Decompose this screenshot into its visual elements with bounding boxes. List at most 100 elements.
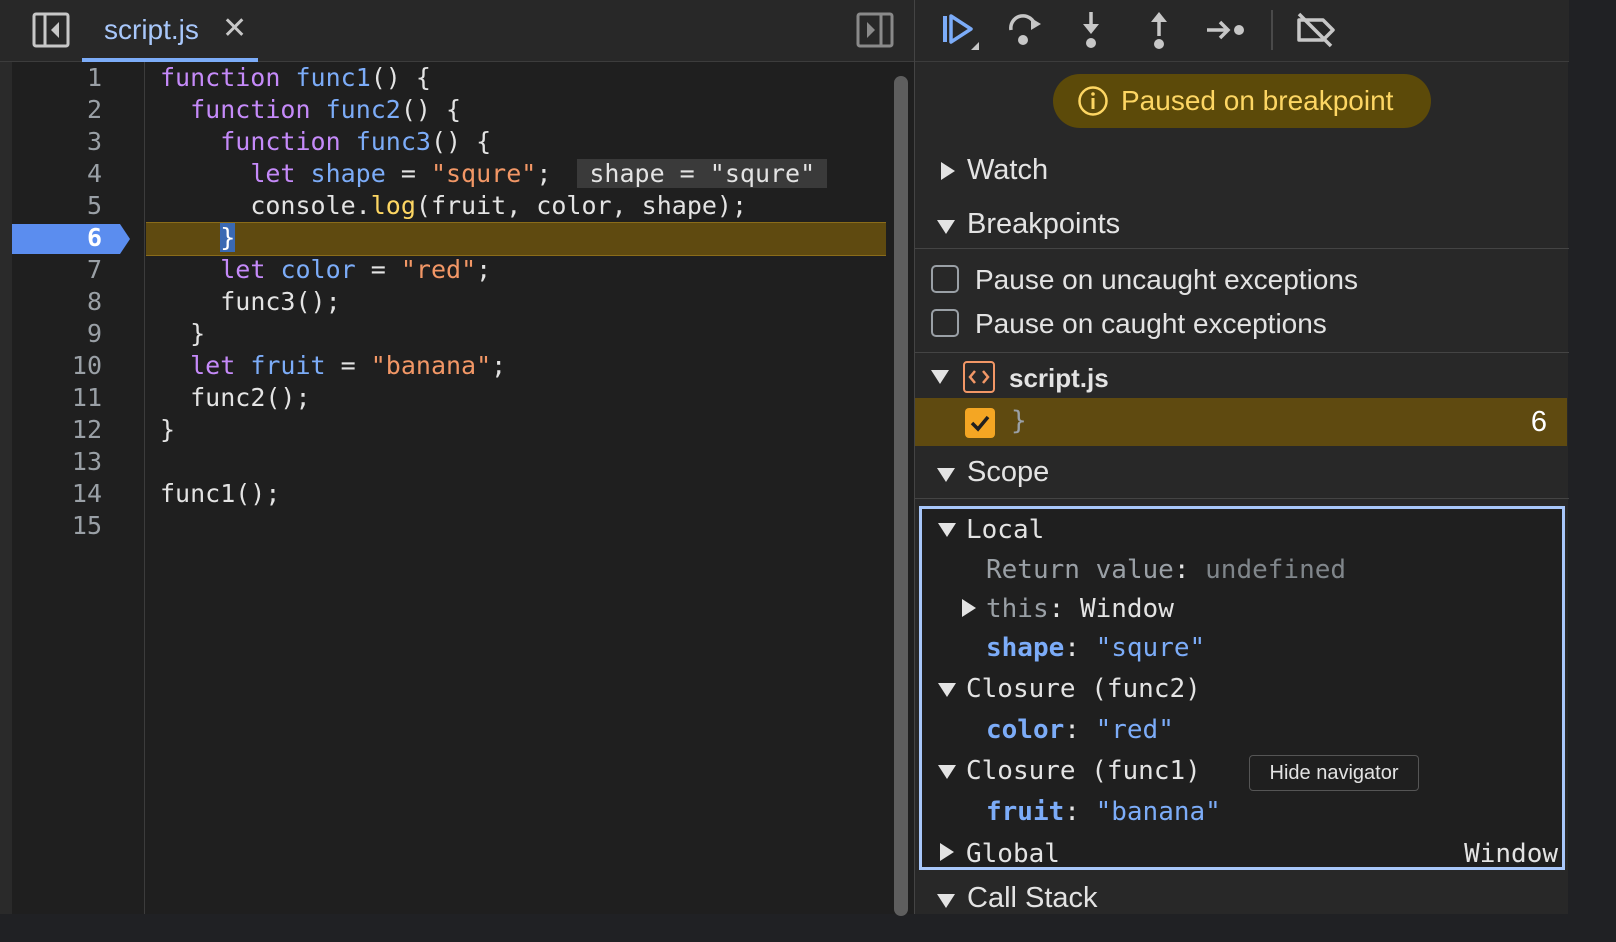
scope-key: color (986, 715, 1065, 745)
collapse-arrow-icon[interactable] (938, 523, 956, 537)
line-number[interactable]: 14 (72, 478, 102, 510)
breakpoint-entry[interactable]: } 6 (915, 398, 1567, 446)
scope-value: undefined (1205, 555, 1347, 585)
line-number[interactable]: 7 (87, 254, 102, 286)
code-line-6: } (160, 222, 236, 254)
pause-caught-checkbox[interactable] (931, 309, 959, 337)
collapse-arrow-icon[interactable] (938, 765, 956, 779)
scope-closure-func2-header[interactable]: Closure (func2) (966, 670, 1201, 708)
resume-icon[interactable] (935, 8, 983, 52)
collapse-arrow-icon[interactable] (938, 683, 956, 697)
code-text: func3(); (220, 287, 341, 316)
line-number[interactable]: 11 (72, 382, 102, 414)
scope-tree[interactable]: Local Return value: undefined this: Wind… (919, 506, 1565, 870)
collapse-arrow-icon (937, 894, 955, 908)
scope-return-value: Return value: undefined (986, 555, 1347, 585)
step-icon[interactable] (1203, 8, 1251, 52)
code-text: () { (370, 63, 431, 92)
code-text: = (355, 255, 401, 284)
code-line-4: let shape = "squre"; shape = "squre" (160, 158, 828, 190)
line-number[interactable]: 1 (87, 62, 102, 94)
tab-close-icon[interactable]: ✕ (222, 12, 247, 46)
editor-scrollbar[interactable] (886, 62, 914, 916)
scope-this[interactable]: this: Window (986, 590, 1174, 628)
line-number[interactable]: 3 (87, 126, 102, 158)
scope-global-value: Window (1464, 839, 1558, 869)
paused-status-text: Paused on breakpoint (1121, 85, 1394, 116)
scope-local-header[interactable]: Local (966, 511, 1044, 549)
divider (915, 498, 1569, 499)
line-number[interactable]: 10 (72, 350, 102, 382)
divider (915, 248, 1569, 249)
show-navigator-icon[interactable] (32, 12, 70, 48)
watch-section-header[interactable]: Watch (915, 146, 1569, 196)
line-number[interactable]: 12 (72, 414, 102, 446)
breakpoint-file-name: script.js (1009, 363, 1109, 393)
scrollbar-thumb[interactable] (894, 76, 908, 916)
step-into-icon[interactable] (1067, 8, 1115, 52)
code-text: console. (250, 191, 371, 220)
scope-value: Window (1079, 594, 1174, 624)
pause-caught-label[interactable]: Pause on caught exceptions (975, 308, 1327, 340)
code-line-2: function func2() { (160, 94, 461, 126)
code-text: = (385, 159, 431, 188)
breakpoints-section-header[interactable]: Breakpoints (915, 200, 1569, 250)
string-literal: "banana" (370, 351, 492, 380)
function-name: func1 (295, 63, 371, 92)
code-line-12: } (160, 414, 175, 446)
scope-var-fruit[interactable]: fruit: "banana" (986, 793, 1221, 831)
section-title: Call Stack (967, 882, 1098, 914)
code-text: (fruit, color, shape); (415, 191, 748, 220)
scope-key: shape (986, 633, 1065, 663)
code-text: ; (476, 255, 492, 284)
breakpoint-line-number: 6 (1530, 406, 1547, 438)
section-title: Breakpoints (967, 208, 1121, 240)
hide-debugger-icon[interactable] (856, 12, 894, 48)
expand-arrow-icon[interactable] (962, 599, 976, 617)
line-number[interactable]: 8 (87, 286, 102, 318)
code-line-7: let color = "red"; (160, 254, 491, 286)
code-line-9: } (160, 318, 205, 350)
scope-var-color[interactable]: color: "red" (986, 711, 1174, 749)
tab-script-js[interactable]: script.js ✕ (82, 0, 258, 62)
variable-name: color (280, 255, 356, 284)
scope-section-header[interactable]: Scope (915, 450, 1569, 500)
pause-uncaught-checkbox[interactable] (931, 265, 959, 293)
editor-pane: script.js ✕ 1 2 3 4 5 6 7 8 9 10 11 12 1… (0, 0, 914, 916)
code-text: () { (430, 127, 492, 156)
line-number[interactable]: 5 (87, 190, 102, 222)
pause-uncaught-label[interactable]: Pause on uncaught exceptions (975, 264, 1358, 296)
step-out-icon[interactable] (1135, 8, 1183, 52)
code-text: func1(); (160, 479, 281, 508)
scope-global-header[interactable]: Global (966, 835, 1060, 873)
scope-closure-func1-header[interactable]: Closure (func1) (966, 752, 1201, 790)
hide-navigator-tooltip: Hide navigator (1249, 755, 1419, 791)
collapse-arrow-icon (937, 220, 955, 234)
scope-key: fruit (986, 797, 1065, 827)
breakpoint-checkbox[interactable] (965, 408, 995, 438)
scope-value: "red" (1095, 715, 1174, 745)
line-number[interactable]: 4 (87, 158, 102, 190)
line-number[interactable]: 9 (87, 318, 102, 350)
string-literal: "red" (400, 255, 477, 284)
code-line-3: function func3() { (160, 126, 491, 158)
scope-var-shape[interactable]: shape: "squre" (986, 629, 1205, 667)
line-number[interactable]: 15 (72, 510, 102, 542)
line-number[interactable]: 2 (87, 94, 102, 126)
code-editor[interactable]: function func1() { function func2() { fu… (146, 62, 886, 914)
line-number[interactable]: 13 (72, 446, 102, 478)
breakpoint-code: } (1011, 406, 1027, 436)
divider (915, 352, 1569, 353)
line-number-gutter[interactable]: 1 2 3 4 5 6 7 8 9 10 11 12 13 14 15 (12, 62, 145, 914)
collapse-arrow-icon (937, 468, 955, 482)
expand-arrow-icon[interactable] (940, 843, 954, 861)
deactivate-breakpoints-icon[interactable] (1291, 8, 1339, 52)
code-text: } (190, 319, 206, 348)
paused-brace: } (220, 223, 236, 252)
step-over-icon[interactable] (1001, 8, 1049, 52)
scope-value: "banana" (1095, 797, 1221, 827)
collapse-arrow-icon[interactable] (931, 370, 949, 384)
breakpoint-marker[interactable] (12, 224, 130, 254)
line-number-active[interactable]: 6 (87, 222, 102, 254)
call-stack-section-header[interactable]: Call Stack (915, 876, 1569, 926)
